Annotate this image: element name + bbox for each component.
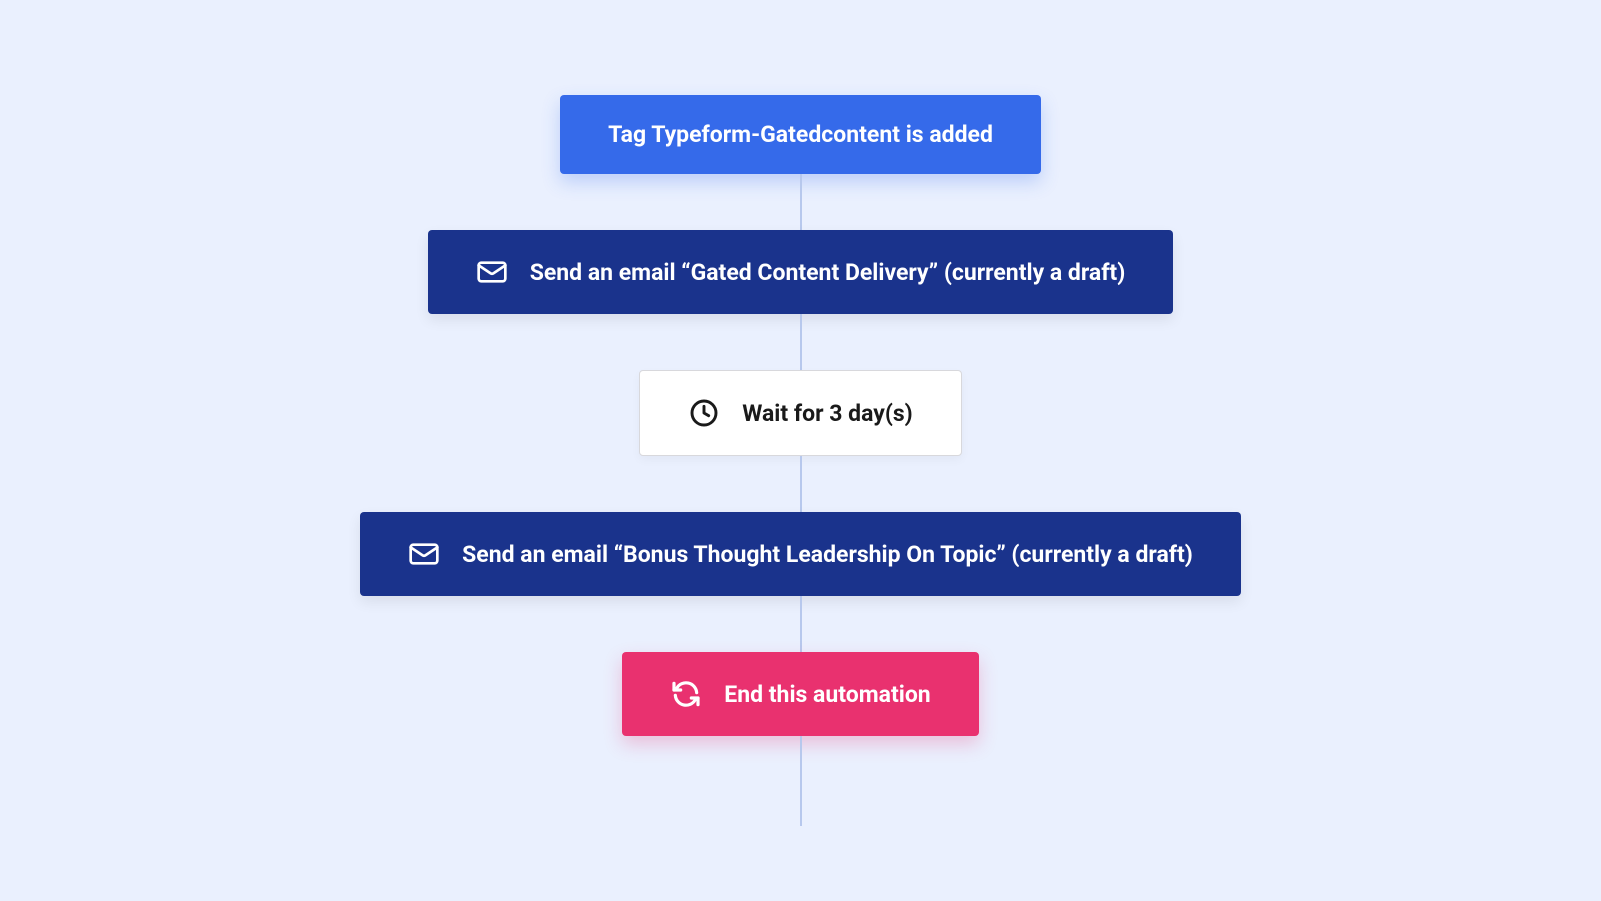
step-label: Wait for 3 day(s)	[742, 400, 913, 427]
step-send-email-1[interactable]: Send an email “Gated Content Delivery” (…	[428, 230, 1174, 314]
connector	[800, 174, 802, 230]
step-label: Send an email “Gated Content Delivery” (…	[530, 259, 1126, 286]
step-label: End this automation	[724, 681, 930, 708]
trigger-node[interactable]: Tag Typeform-Gatedcontent is added	[560, 95, 1041, 174]
step-label: Send an email “Bonus Thought Leadership …	[462, 541, 1193, 568]
trigger-label: Tag Typeform-Gatedcontent is added	[608, 121, 993, 148]
connector	[800, 314, 802, 370]
step-wait[interactable]: Wait for 3 day(s)	[639, 370, 962, 456]
mail-icon	[408, 538, 440, 570]
clock-icon	[688, 397, 720, 429]
refresh-icon	[670, 678, 702, 710]
connector	[800, 456, 802, 512]
step-send-email-2[interactable]: Send an email “Bonus Thought Leadership …	[360, 512, 1241, 596]
mail-icon	[476, 256, 508, 288]
step-end-automation[interactable]: End this automation	[622, 652, 978, 736]
connector	[800, 596, 802, 652]
connector	[800, 736, 802, 826]
automation-canvas: Tag Typeform-Gatedcontent is added Send …	[0, 0, 1601, 901]
